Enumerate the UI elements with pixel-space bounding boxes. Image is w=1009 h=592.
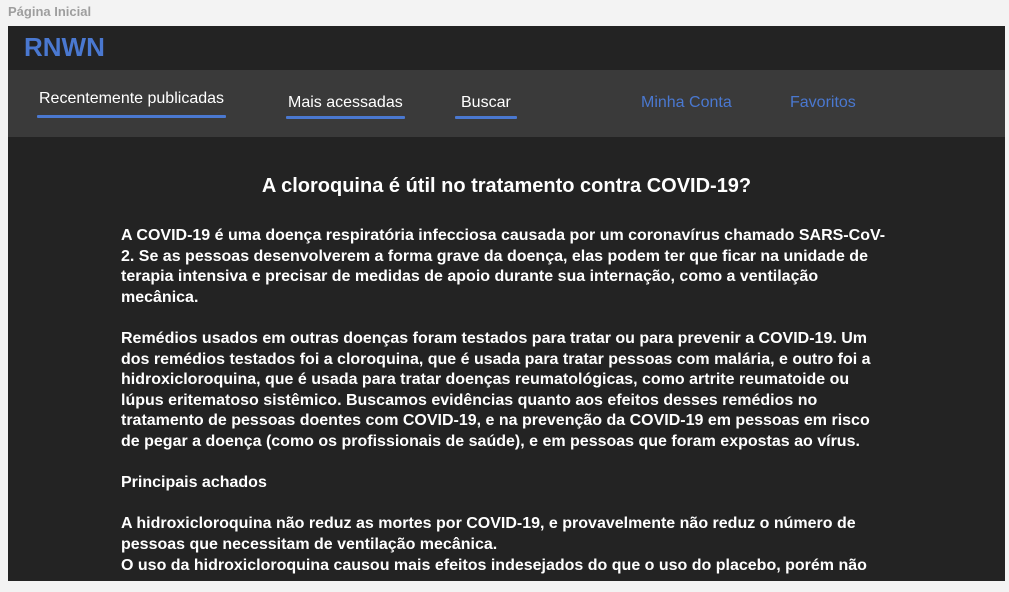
article-paragraph: A COVID-19 é uma doença respiratória inf… bbox=[121, 227, 886, 306]
app-frame: RNWN Recentemente publicadas Mais acessa… bbox=[8, 26, 1005, 581]
tab-label: Recentemente publicadas bbox=[39, 90, 225, 107]
tab-underline bbox=[455, 116, 517, 119]
tab-label: Buscar bbox=[461, 94, 511, 111]
section-heading: Principais achados bbox=[121, 474, 267, 492]
tab-underline bbox=[37, 115, 227, 118]
tab-underline bbox=[286, 116, 405, 119]
article-paragraph: O uso da hidroxicloroquina causou mais e… bbox=[121, 556, 867, 574]
article-paragraph: Remédios usados em outras doenças foram … bbox=[121, 329, 871, 450]
article-body: A COVID-19 é uma doença respiratória inf… bbox=[121, 226, 891, 576]
tab-buscar[interactable]: Buscar bbox=[455, 94, 517, 119]
link-minha-conta[interactable]: Minha Conta bbox=[641, 94, 732, 112]
main-content: A cloroquina é útil no tratamento contra… bbox=[8, 137, 1005, 581]
article-paragraph: A hidroxicloroquina não reduz as mortes … bbox=[121, 515, 856, 553]
tab-recentemente-publicadas[interactable]: Recentemente publicadas bbox=[37, 90, 227, 118]
tab-label: Mais acessadas bbox=[288, 94, 403, 111]
article-title: A cloroquina é útil no tratamento contra… bbox=[261, 175, 752, 197]
frame-label: Página Inicial bbox=[8, 4, 92, 19]
logo[interactable]: RNWN bbox=[24, 32, 105, 63]
link-favoritos[interactable]: Favoritos bbox=[790, 94, 856, 112]
tab-mais-acessadas[interactable]: Mais acessadas bbox=[286, 94, 405, 119]
nav-bar: Recentemente publicadas Mais acessadas B… bbox=[8, 70, 1005, 137]
top-bar: RNWN bbox=[8, 26, 1005, 70]
